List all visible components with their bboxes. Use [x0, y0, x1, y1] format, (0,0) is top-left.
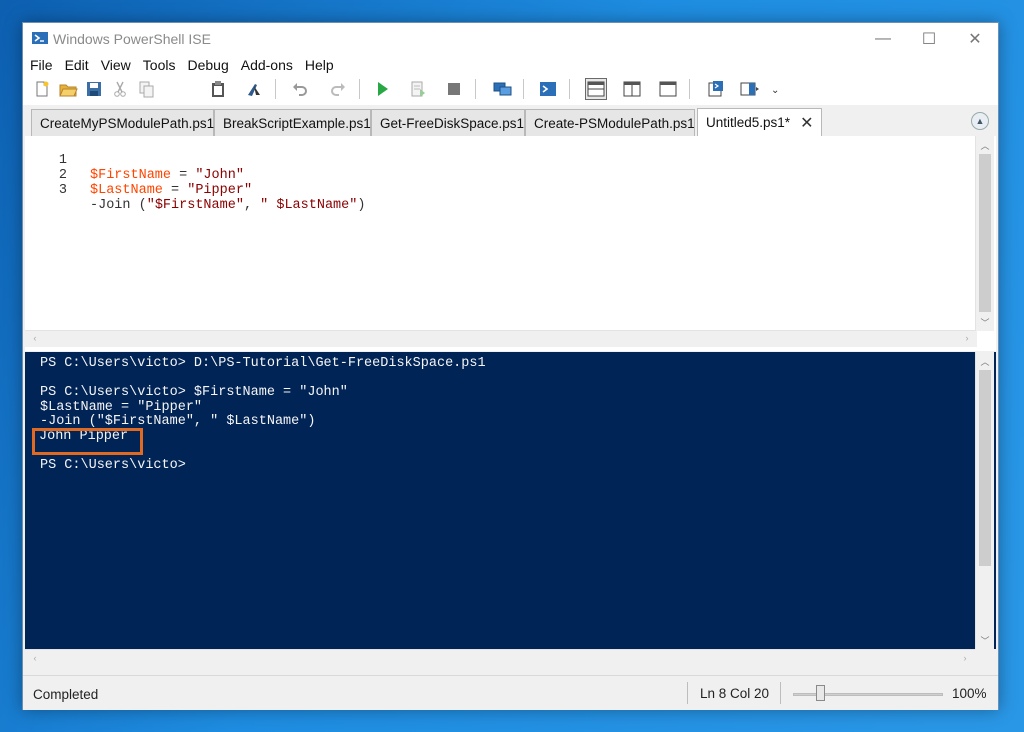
- show-command-window-icon[interactable]: [705, 78, 727, 100]
- tab-createmypsmodulepath[interactable]: CreateMyPSModulePath.ps1: [31, 109, 214, 136]
- console-horizontal-scrollbar[interactable]: ‹ ›: [25, 649, 975, 666]
- run-selection-icon[interactable]: [407, 78, 429, 100]
- tab-label: BreakScriptExample.ps1: [223, 115, 371, 131]
- status-bar: Completed Ln 8 Col 20 100%: [23, 675, 998, 710]
- console-pane[interactable]: PS C:\Users\victo> D:\PS-Tutorial\Get-Fr…: [25, 352, 996, 649]
- toolbar: ⌄: [23, 75, 998, 105]
- zoom-slider-thumb[interactable]: [816, 685, 825, 701]
- status-text: Completed: [33, 687, 99, 702]
- menu-file[interactable]: File: [23, 57, 59, 73]
- minimize-icon: —: [875, 30, 891, 47]
- cursor-position: Ln 8 Col 20: [700, 686, 770, 701]
- tab-label: Untitled5.ps1*: [706, 115, 791, 130]
- minimize-button[interactable]: —: [860, 23, 906, 55]
- tab-untitled5[interactable]: Untitled5.ps1* ✕: [697, 108, 822, 136]
- run-script-icon[interactable]: [371, 78, 393, 100]
- scroll-left-icon[interactable]: ‹: [27, 650, 43, 666]
- toolbar-separator: [359, 79, 360, 99]
- menu-tools[interactable]: Tools: [137, 57, 182, 73]
- maximize-button[interactable]: ☐: [906, 23, 952, 55]
- undo-icon[interactable]: [289, 78, 311, 100]
- code-text: -Join ("$FirstName", " $LastName"): [90, 198, 366, 213]
- close-button[interactable]: ✕: [952, 23, 998, 55]
- tab-label: CreateMyPSModulePath.ps1: [40, 115, 215, 131]
- console-line: -Join ("$FirstName", " $LastName"): [40, 414, 316, 429]
- console-line: PS C:\Users\victo> D:\PS-Tutorial\Get-Fr…: [40, 356, 486, 371]
- copy-icon[interactable]: [135, 78, 157, 100]
- window-title: Windows PowerShell ISE: [53, 31, 211, 47]
- code-text: $FirstName = "John": [90, 168, 244, 183]
- script-editor[interactable]: 1 $FirstName = "John" 2 $LastName = "Pip…: [25, 136, 996, 351]
- menu-addons[interactable]: Add-ons: [235, 57, 299, 73]
- toolbar-separator: [689, 79, 690, 99]
- status-separator: [687, 682, 688, 704]
- clear-console-icon[interactable]: [243, 78, 265, 100]
- scroll-down-icon[interactable]: ﹀: [976, 314, 994, 330]
- scroll-up-icon[interactable]: ︿: [976, 353, 994, 369]
- tab-breakscriptexample[interactable]: BreakScriptExample.ps1: [214, 109, 371, 136]
- code-line: 3 -Join ("$FirstName", " $LastName"): [25, 168, 366, 213]
- show-script-maximized-icon[interactable]: [657, 78, 679, 100]
- editor-vertical-scrollbar[interactable]: ︿ ﹀: [975, 136, 994, 331]
- script-tab-strip: CreateMyPSModulePath.ps1 BreakScriptExam…: [23, 107, 998, 136]
- tab-label: Create-PSModulePath.ps1: [534, 115, 695, 131]
- console-vertical-scrollbar[interactable]: ︿ ﹀: [975, 352, 994, 649]
- code-line: 1 $FirstName = "John": [25, 138, 244, 183]
- toolbar-separator: [275, 79, 276, 99]
- status-separator: [780, 682, 781, 704]
- open-folder-icon[interactable]: [57, 78, 79, 100]
- menu-edit[interactable]: Edit: [59, 57, 95, 73]
- menu-help[interactable]: Help: [299, 57, 340, 73]
- maximize-icon: ☐: [921, 31, 937, 48]
- show-script-right-icon[interactable]: [621, 78, 643, 100]
- console-line: PS C:\Users\victo> $FirstName = "John": [40, 385, 348, 400]
- console-line: $LastName = "Pipper": [40, 399, 203, 415]
- show-script-top-icon[interactable]: [585, 78, 607, 100]
- scroll-right-icon[interactable]: ›: [957, 650, 973, 666]
- redo-icon[interactable]: [327, 78, 349, 100]
- close-icon: ✕: [968, 31, 982, 48]
- menu-bar: File Edit View Tools Debug Add-ons Help: [23, 55, 998, 75]
- scroll-down-icon[interactable]: ﹀: [976, 632, 994, 648]
- toolbar-overflow-button[interactable]: ⌄: [771, 85, 779, 96]
- toolbar-separator: [475, 79, 476, 99]
- scroll-up-icon[interactable]: ︿: [976, 137, 994, 153]
- cut-icon[interactable]: [109, 78, 131, 100]
- editor-horizontal-scrollbar[interactable]: ‹ ›: [25, 330, 977, 347]
- console-prompt-line: PS C:\Users\victo>: [40, 457, 186, 473]
- toolbar-separator: [523, 79, 524, 99]
- zoom-level: 100%: [952, 686, 987, 701]
- toolbar-separator: [569, 79, 570, 99]
- scrollbar-thumb[interactable]: [979, 370, 991, 566]
- paste-icon[interactable]: [207, 78, 229, 100]
- tab-get-freediskspace[interactable]: Get-FreeDiskSpace.ps1: [371, 109, 525, 136]
- powershell-ise-app-icon: [31, 30, 49, 46]
- line-number: 3: [58, 183, 67, 198]
- code-line: 2 $LastName = "Pipper": [25, 153, 252, 198]
- save-icon[interactable]: [83, 78, 105, 100]
- powershell-ise-window: Windows PowerShell ISE — ☐ ✕ File Edit V…: [22, 22, 999, 710]
- scroll-right-icon[interactable]: ›: [959, 331, 975, 347]
- tab-label: Get-FreeDiskSpace.ps1: [380, 115, 525, 131]
- new-script-icon[interactable]: [31, 78, 53, 100]
- powershell-console-icon[interactable]: [537, 78, 559, 100]
- show-command-addon-icon[interactable]: [739, 78, 761, 100]
- stop-icon[interactable]: [443, 78, 465, 100]
- menu-view[interactable]: View: [95, 57, 137, 73]
- tab-close-icon[interactable]: ✕: [800, 113, 813, 133]
- menu-debug[interactable]: Debug: [181, 57, 234, 73]
- scroll-left-icon[interactable]: ‹: [27, 331, 43, 347]
- scrollbar-thumb[interactable]: [979, 154, 991, 312]
- collapse-script-pane-icon[interactable]: ▲: [971, 112, 989, 130]
- code-text: $LastName = "Pipper": [90, 183, 253, 198]
- remote-powershell-icon[interactable]: [491, 78, 513, 100]
- output-highlight-box: [32, 428, 143, 455]
- title-bar[interactable]: Windows PowerShell ISE — ☐ ✕: [23, 23, 998, 55]
- tab-create-psmodulepath[interactable]: Create-PSModulePath.ps1: [525, 109, 695, 136]
